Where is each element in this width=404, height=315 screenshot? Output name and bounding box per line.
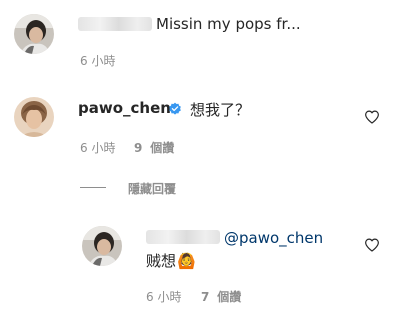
avatar[interactable] bbox=[14, 97, 54, 137]
reply-time[interactable]: 6 小時 bbox=[146, 288, 181, 305]
reply-mention-link[interactable]: @pawo_chen bbox=[224, 229, 323, 247]
comment-time[interactable]: 6 小時 bbox=[80, 139, 115, 156]
heart-icon[interactable] bbox=[364, 237, 380, 253]
reply-text-body: 贼想 bbox=[146, 252, 177, 270]
comment-username[interactable]: pawo_chen bbox=[78, 99, 171, 117]
hide-replies-line bbox=[80, 187, 106, 188]
hidden-username bbox=[78, 17, 152, 31]
comment-time[interactable]: 6 小時 bbox=[80, 52, 115, 69]
heart-icon[interactable] bbox=[364, 109, 380, 125]
avatar[interactable] bbox=[14, 14, 54, 54]
comment-text: 想我了？ bbox=[190, 101, 251, 119]
verified-badge-icon bbox=[168, 102, 182, 116]
comment-text: Missin my pops fr... bbox=[156, 15, 301, 33]
emoji-icon: 🙆 bbox=[177, 252, 196, 270]
hide-replies-button[interactable]: 隱藏回覆 bbox=[128, 180, 176, 197]
likes-count: 7 bbox=[201, 290, 210, 304]
comment-likes[interactable]: 9 個讚 bbox=[134, 139, 174, 156]
likes-count: 9 bbox=[134, 141, 143, 155]
reply-text: 贼想🙆 bbox=[146, 250, 196, 271]
likes-label: 個讚 bbox=[150, 141, 175, 155]
avatar[interactable] bbox=[82, 226, 122, 266]
hidden-username bbox=[146, 230, 220, 244]
likes-label: 個讚 bbox=[217, 290, 242, 304]
reply-likes[interactable]: 7 個讚 bbox=[201, 288, 241, 305]
